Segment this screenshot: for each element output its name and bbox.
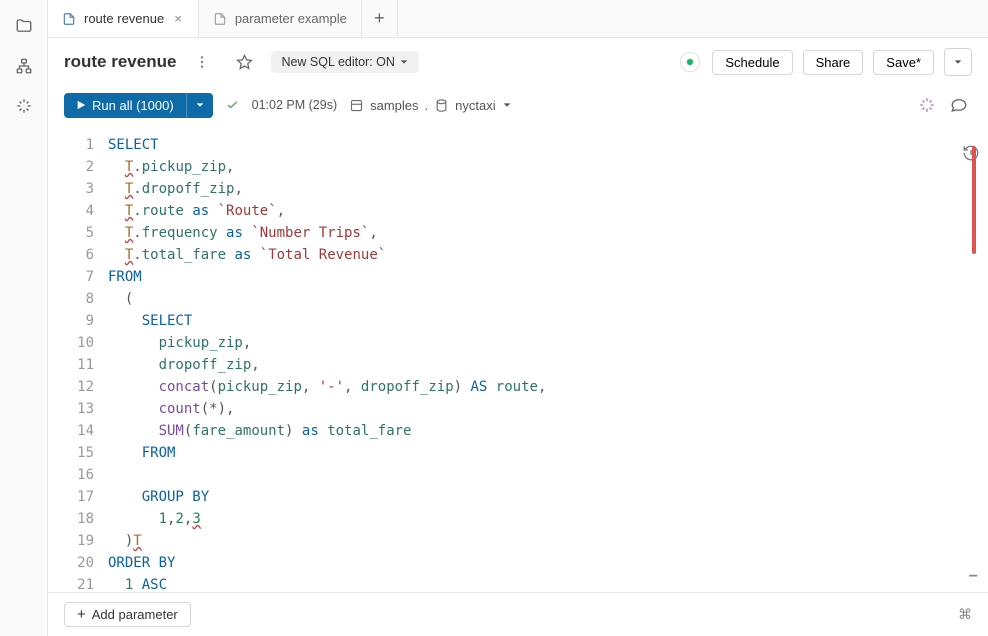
code-area[interactable]: SELECT T.pickup_zip, T.dropoff_zip, T.ro… bbox=[108, 134, 988, 588]
editor-toggle[interactable]: New SQL editor: ON bbox=[271, 51, 418, 73]
catalog-name: samples bbox=[370, 98, 418, 113]
share-button[interactable]: Share bbox=[803, 50, 864, 75]
fold-marker-icon[interactable]: − bbox=[969, 568, 978, 586]
run-label: Run all (1000) bbox=[92, 98, 174, 113]
chevron-down-icon bbox=[502, 100, 512, 110]
run-all-button[interactable]: Run all (1000) bbox=[64, 93, 186, 118]
add-parameter-label: Add parameter bbox=[92, 607, 178, 622]
code-line[interactable]: GROUP BY bbox=[108, 486, 988, 508]
assistant-icon[interactable] bbox=[14, 96, 34, 116]
run-dropdown[interactable] bbox=[186, 93, 213, 118]
sql-file-icon bbox=[62, 12, 76, 26]
code-line[interactable]: count(*), bbox=[108, 398, 988, 420]
close-icon[interactable]: × bbox=[172, 11, 184, 26]
catalog-icon bbox=[349, 98, 364, 113]
schema-icon[interactable] bbox=[14, 56, 34, 76]
code-line[interactable]: SELECT bbox=[108, 134, 988, 156]
code-line[interactable]: )T bbox=[108, 530, 988, 552]
code-line[interactable]: 1 ASC bbox=[108, 574, 988, 592]
code-line[interactable]: SUM(fare_amount) as total_fare bbox=[108, 420, 988, 442]
schema-name: nyctaxi bbox=[455, 98, 495, 113]
keyboard-shortcut-icon[interactable]: ⌘ bbox=[958, 606, 972, 623]
save-dropdown[interactable] bbox=[944, 48, 972, 76]
code-line[interactable]: concat(pickup_zip, '-', dropoff_zip) AS … bbox=[108, 376, 988, 398]
save-button[interactable]: Save* bbox=[873, 50, 934, 75]
code-line[interactable]: pickup_zip, bbox=[108, 332, 988, 354]
tab-label: route revenue bbox=[84, 11, 164, 26]
line-gutter: 123456789101112131415161718192021 bbox=[48, 134, 108, 588]
status-indicator[interactable] bbox=[686, 58, 694, 66]
favorite-button[interactable] bbox=[228, 48, 261, 76]
editor-toggle-label: New SQL editor: ON bbox=[281, 55, 394, 69]
code-line[interactable]: SELECT bbox=[108, 310, 988, 332]
check-icon bbox=[225, 98, 240, 113]
tab-parameter-example[interactable]: parameter example bbox=[199, 0, 362, 37]
comment-icon[interactable] bbox=[950, 96, 968, 114]
folder-icon[interactable] bbox=[14, 16, 34, 36]
tab-route-revenue[interactable]: route revenue × bbox=[48, 0, 199, 37]
code-line[interactable]: FROM bbox=[108, 442, 988, 464]
tab-bar: route revenue × parameter example + bbox=[48, 0, 988, 38]
left-rail bbox=[0, 0, 48, 636]
chevron-down-icon bbox=[953, 57, 963, 67]
error-marker bbox=[972, 146, 976, 254]
toolbar: Run all (1000) 01:02 PM (29s) samples . … bbox=[48, 86, 988, 130]
code-line[interactable]: T.pickup_zip, bbox=[108, 156, 988, 178]
code-line[interactable]: ( bbox=[108, 288, 988, 310]
schema-icon bbox=[434, 98, 449, 113]
schedule-button[interactable]: Schedule bbox=[712, 50, 792, 75]
code-line[interactable]: T.total_fare as `Total Revenue` bbox=[108, 244, 988, 266]
header: route revenue New SQL editor: ON Schedul… bbox=[48, 38, 988, 86]
play-icon bbox=[76, 100, 86, 110]
history-icon[interactable] bbox=[962, 144, 980, 162]
page-title: route revenue bbox=[64, 52, 176, 72]
chevron-down-icon bbox=[399, 57, 409, 67]
tab-label: parameter example bbox=[235, 11, 347, 26]
code-line[interactable]: T.dropoff_zip, bbox=[108, 178, 988, 200]
code-line[interactable]: 1,2,3 bbox=[108, 508, 988, 530]
catalog-selector[interactable]: samples . nyctaxi bbox=[349, 98, 512, 113]
add-parameter-button[interactable]: + Add parameter bbox=[64, 602, 191, 627]
code-line[interactable]: T.frequency as `Number Trips`, bbox=[108, 222, 988, 244]
sql-file-icon bbox=[213, 12, 227, 26]
footer: + Add parameter ⌘ bbox=[48, 592, 988, 636]
sql-editor[interactable]: 123456789101112131415161718192021 SELECT… bbox=[48, 130, 988, 592]
code-line[interactable]: ORDER BY bbox=[108, 552, 988, 574]
editor-wrap: 123456789101112131415161718192021 SELECT… bbox=[48, 130, 988, 592]
code-line[interactable] bbox=[108, 464, 988, 486]
code-line[interactable]: FROM bbox=[108, 266, 988, 288]
chevron-down-icon bbox=[195, 100, 205, 110]
plus-icon: + bbox=[77, 607, 86, 622]
code-line[interactable]: dropoff_zip, bbox=[108, 354, 988, 376]
last-run-timestamp: 01:02 PM (29s) bbox=[252, 98, 337, 112]
kebab-menu-button[interactable] bbox=[186, 48, 218, 76]
new-tab-button[interactable]: + bbox=[362, 0, 398, 37]
assistant-sparkle-icon[interactable] bbox=[918, 96, 936, 114]
code-line[interactable]: T.route as `Route`, bbox=[108, 200, 988, 222]
